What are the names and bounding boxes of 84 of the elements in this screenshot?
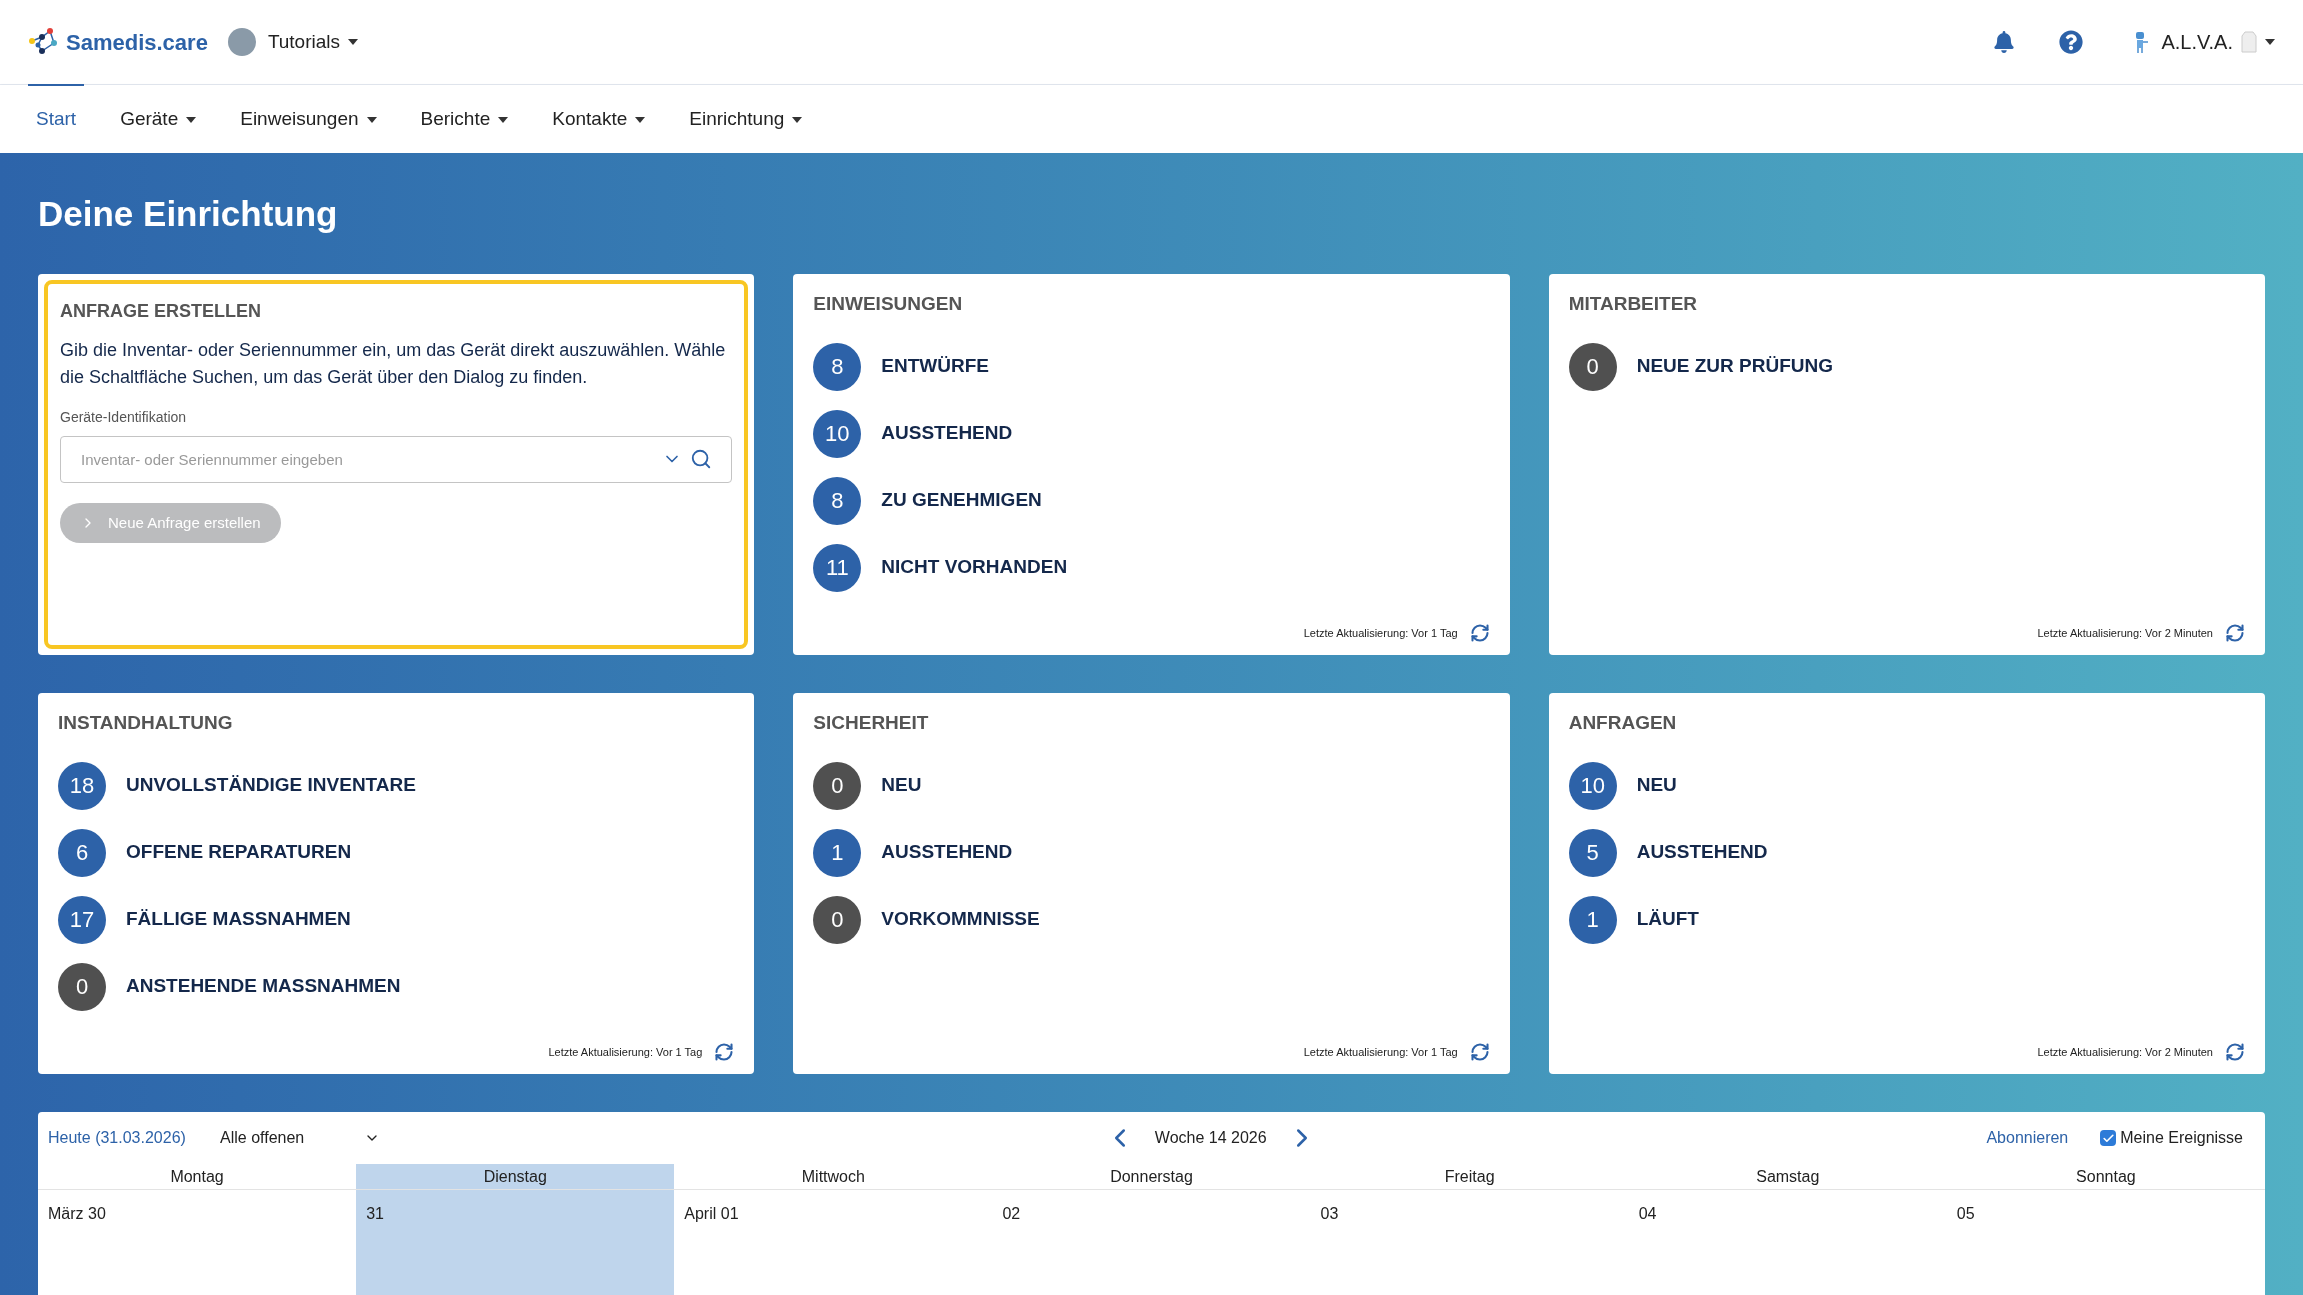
refresh-icon[interactable] xyxy=(714,1042,735,1062)
device-id-field[interactable]: Inventar- oder Seriennummer eingeben xyxy=(60,436,733,483)
week-label: Woche 14 2026 xyxy=(1154,1128,1267,1148)
count-badge: 11 xyxy=(813,543,862,592)
day-cell[interactable]: 03 xyxy=(1310,1190,1629,1295)
brand-name[interactable]: Samedis.care xyxy=(66,25,208,59)
today-link[interactable]: Heute (31.03.2026) xyxy=(48,1126,220,1150)
card-title: INSTANDHALTUNG xyxy=(58,711,234,735)
nav-tab[interactable]: Kontakte xyxy=(544,84,654,153)
last-update-text: Letzte Aktualisierung: Vor 2 Minuten xyxy=(2037,1044,2213,1060)
nav-tab[interactable]: Einrichtung xyxy=(681,84,811,153)
help-icon[interactable] xyxy=(2059,30,2084,54)
count-badge: 1 xyxy=(1568,895,1617,944)
nav-tab[interactable]: Geräte xyxy=(112,84,205,153)
field-label: Geräte-Identifikation xyxy=(60,408,188,427)
last-update-text: Letzte Aktualisierung: Vor 2 Minuten xyxy=(2037,625,2213,641)
status-link[interactable]: VORKOMMNISSE xyxy=(881,905,1040,934)
status-link[interactable]: LÄUFT xyxy=(1636,905,1699,934)
page-title: Deine Einrichtung xyxy=(38,193,339,235)
count-badge: 1 xyxy=(813,828,862,877)
status-link[interactable]: OFFENE REPARATUREN xyxy=(126,838,352,867)
count-badge: 10 xyxy=(1568,761,1617,810)
status-link[interactable]: NEUE ZUR PRÜFUNG xyxy=(1636,352,1833,381)
count-badge: 17 xyxy=(58,895,106,944)
last-update-text: Letzte Aktualisierung: Vor 1 Tag xyxy=(1303,625,1458,641)
status-link[interactable]: AUSSTEHEND xyxy=(1636,838,1768,867)
status-link[interactable]: AUSSTEHEND xyxy=(881,419,1013,448)
weekday-header: Sonntag xyxy=(2075,1166,2137,1187)
my-events-checkbox[interactable] xyxy=(2100,1130,2117,1146)
day-cell[interactable]: März 30 xyxy=(38,1190,357,1295)
status-link[interactable]: NICHT VORHANDEN xyxy=(881,553,1068,582)
weekday-header: Donnerstag xyxy=(1109,1166,1194,1187)
count-badge: 8 xyxy=(813,476,862,525)
count-badge: 10 xyxy=(813,409,862,458)
card-title: ANFRAGE ERSTELLEN xyxy=(60,300,262,323)
last-update-text: Letzte Aktualisierung: Vor 1 Tag xyxy=(1303,1044,1458,1060)
day-cell[interactable]: 02 xyxy=(992,1190,1311,1295)
weekday-header: Mittwoch xyxy=(800,1166,866,1187)
refresh-icon[interactable] xyxy=(1469,1042,1490,1062)
card-title: EINWEISUNGEN xyxy=(813,292,964,316)
nav-tab[interactable]: Einweisungen xyxy=(232,84,385,153)
count-badge: 18 xyxy=(58,761,106,810)
count-badge: 0 xyxy=(813,761,862,810)
nav-tab[interactable]: Berichte xyxy=(412,84,517,153)
status-link[interactable]: NEU xyxy=(881,771,922,800)
status-link[interactable]: FÄLLIGE MASSNAHMEN xyxy=(126,905,351,934)
card-title: SICHERHEIT xyxy=(813,711,930,735)
user-name[interactable]: A.L.V.A. xyxy=(2161,27,2233,57)
status-link[interactable]: ZU GENEHMIGEN xyxy=(881,486,1042,515)
last-update-text: Letzte Aktualisierung: Vor 1 Tag xyxy=(548,1044,703,1060)
caret-icon xyxy=(348,39,359,45)
card-title: MITARBEITER xyxy=(1568,292,1699,316)
weekday-header: Dienstag xyxy=(356,1164,675,1189)
count-badge: 0 xyxy=(1568,342,1617,391)
weekday-header: Samstag xyxy=(1755,1166,1821,1187)
day-cell[interactable]: 04 xyxy=(1628,1190,1947,1295)
count-badge: 6 xyxy=(58,828,106,877)
status-link[interactable]: ANSTEHENDE MASSNAHMEN xyxy=(126,972,401,1001)
search-icon[interactable] xyxy=(690,448,713,470)
notifications-icon[interactable] xyxy=(1993,31,2016,53)
status-link[interactable]: NEU xyxy=(1636,771,1677,800)
card-title: ANFRAGEN xyxy=(1568,711,1678,735)
day-cell[interactable]: April 01 xyxy=(674,1190,993,1295)
status-link[interactable]: AUSSTEHEND xyxy=(881,838,1013,867)
count-badge: 5 xyxy=(1568,828,1617,877)
instruction-text: Gib die Inventar- oder Seriennummer ein, um das Gerät direkt auszuwählen. Wähle die Schaltfläche Suchen, um das Gerät über den Dialog zu finden. xyxy=(60,339,727,389)
day-cell[interactable]: 05 xyxy=(1946,1190,2265,1295)
refresh-icon[interactable] xyxy=(2225,1042,2245,1062)
refresh-icon[interactable] xyxy=(1469,623,1490,643)
weekday-header: Montag xyxy=(169,1166,225,1187)
weekday-header: Freitag xyxy=(1443,1166,1496,1187)
caret-icon xyxy=(2265,39,2275,45)
count-badge: 8 xyxy=(813,342,862,391)
filter-select[interactable]: Alle offenen xyxy=(220,1126,380,1150)
tenant-selector[interactable]: Tutorials xyxy=(267,27,341,57)
subscribe-link[interactable]: Abonnieren xyxy=(1986,1126,2069,1150)
tenant-avatar xyxy=(227,28,256,56)
status-link[interactable]: UNVOLLSTÄNDIGE INVENTARE xyxy=(126,771,416,800)
refresh-icon[interactable] xyxy=(2225,623,2245,643)
day-cell[interactable]: 31 xyxy=(356,1190,675,1295)
checkbox-label: Meine Ereignisse xyxy=(2120,1128,2243,1148)
count-badge: 0 xyxy=(58,962,106,1011)
status-link[interactable]: ENTWÜRFE xyxy=(881,352,989,381)
count-badge: 0 xyxy=(813,895,862,944)
